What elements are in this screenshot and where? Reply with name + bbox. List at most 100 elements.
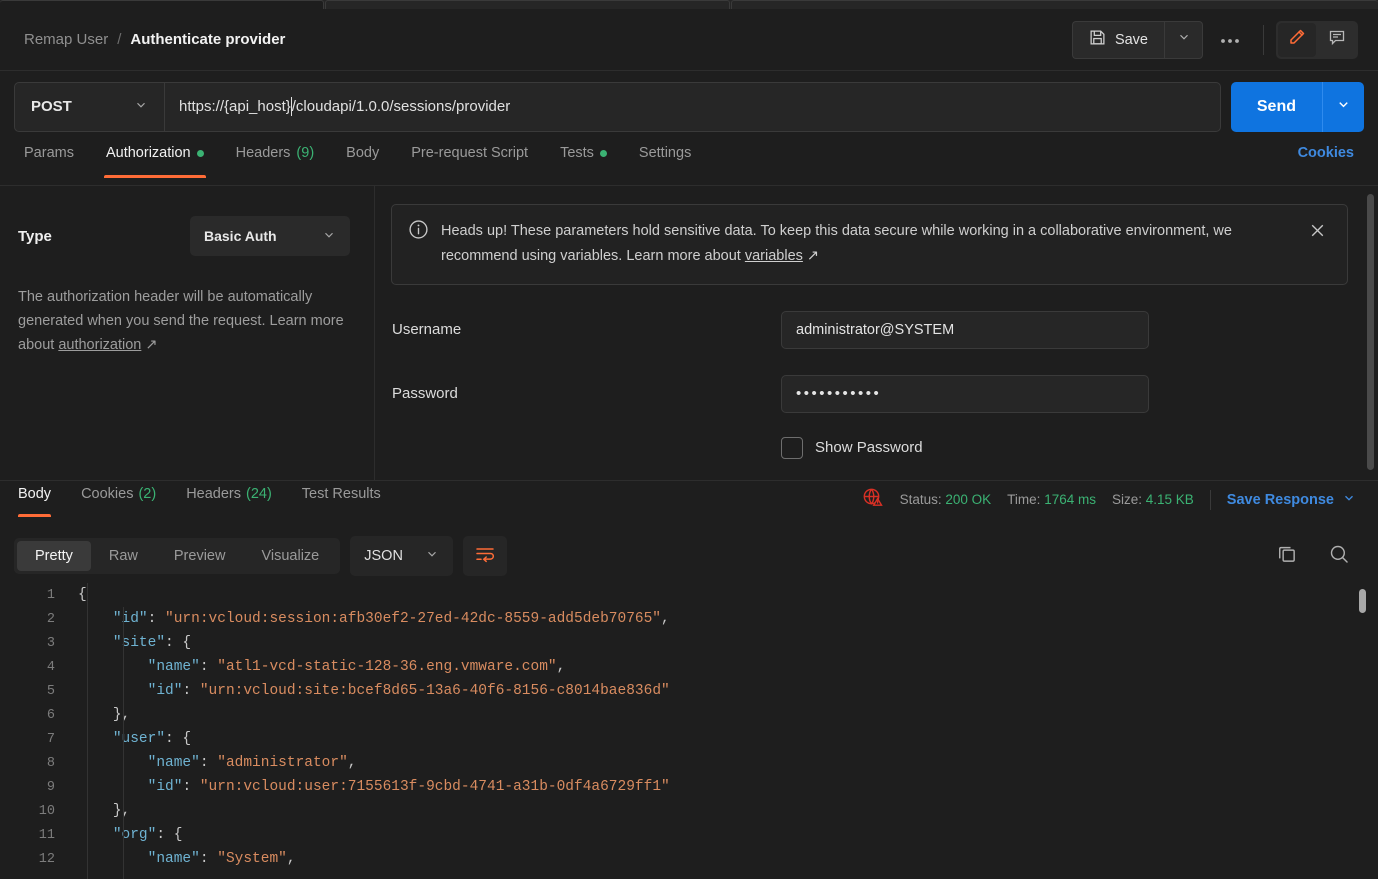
save-response-button[interactable]: Save Response: [1227, 491, 1356, 509]
send-options-button[interactable]: [1322, 82, 1364, 132]
tab-body[interactable]: Body: [330, 141, 395, 178]
sensitive-data-banner: Heads up! These parameters hold sensitiv…: [391, 204, 1348, 285]
more-actions-button[interactable]: [1209, 21, 1251, 59]
response-tab-headers-count: (24): [246, 486, 272, 502]
tab-body-label: Body: [346, 145, 379, 161]
auth-type-select[interactable]: Basic Auth: [190, 216, 350, 256]
code-token: "name": [148, 659, 200, 675]
search-icon[interactable]: [1328, 543, 1350, 570]
authorization-panel: Type Basic Auth The authorization header…: [0, 186, 1378, 480]
code-rows: 1{2 "id": "urn:vcloud:session:afb30ef2-2…: [0, 583, 1378, 871]
chevron-down-icon: [134, 98, 148, 116]
tab-settings[interactable]: Settings: [623, 141, 707, 178]
response-meta: Status: 200 OK Time: 1764 ms Size: 4.15 …: [862, 481, 1364, 512]
code-token: :: [182, 779, 199, 795]
view-mode-preview[interactable]: Preview: [156, 541, 244, 571]
line-number: 5: [0, 684, 72, 699]
status-value: 200 OK: [945, 492, 991, 507]
chevron-down-icon: [425, 547, 439, 565]
word-wrap-button[interactable]: [463, 536, 507, 576]
external-link-arrow-icon: ↗: [807, 248, 819, 264]
code-token: : {: [165, 731, 191, 747]
response-tab-cookies[interactable]: Cookies (2): [66, 481, 171, 517]
line-number: 12: [0, 852, 72, 867]
url-text-suffix: /cloudapi/1.0.0/sessions/provider: [292, 98, 510, 115]
auth-fields-section: Heads up! These parameters hold sensitiv…: [375, 186, 1378, 480]
url-bar: POST https://{api_host}/cloudapi/1.0.0/s…: [0, 79, 1378, 134]
code-token: ,: [661, 611, 670, 627]
save-response-label: Save Response: [1227, 492, 1334, 508]
save-button-label: Save: [1115, 32, 1148, 48]
copy-icon[interactable]: [1276, 543, 1298, 570]
save-options-button[interactable]: [1164, 21, 1203, 59]
auth-type-row: Type Basic Auth: [18, 216, 350, 256]
code-token: :: [148, 611, 165, 627]
auth-panel-scrollbar[interactable]: [1367, 194, 1374, 470]
chevron-down-icon: [1342, 491, 1356, 509]
url-text-prefix: https://{api_host}: [179, 98, 291, 115]
globe-warning-icon[interactable]: [862, 487, 884, 512]
tab-params-label: Params: [24, 145, 74, 161]
password-input[interactable]: •••••••••••: [781, 375, 1149, 413]
code-content: "id": "urn:vcloud:site:bcef8d65-13a6-40f…: [72, 683, 670, 699]
tab-edge-active[interactable]: [325, 0, 730, 9]
response-tab-test-results[interactable]: Test Results: [287, 481, 396, 517]
word-wrap-icon: [475, 545, 495, 568]
tab-pre-request-script[interactable]: Pre-request Script: [395, 141, 544, 178]
http-method-select[interactable]: POST: [14, 82, 164, 132]
line-number: 6: [0, 708, 72, 723]
tab-tests[interactable]: Tests: [544, 141, 623, 178]
response-tab-body[interactable]: Body: [14, 481, 66, 517]
save-button[interactable]: Save: [1072, 21, 1164, 59]
response-tab-test-results-label: Test Results: [302, 486, 381, 502]
banner-variables-link[interactable]: variables: [745, 248, 803, 264]
line-number: 2: [0, 612, 72, 627]
breadcrumb-parent[interactable]: Remap User: [24, 31, 108, 48]
tab-authorization[interactable]: Authorization: [90, 141, 220, 178]
send-button[interactable]: Send: [1231, 82, 1322, 132]
tab-params[interactable]: Params: [14, 141, 90, 178]
tab-settings-label: Settings: [639, 145, 691, 161]
response-tab-headers[interactable]: Headers (24): [171, 481, 287, 517]
size-badge: Size: 4.15 KB: [1112, 492, 1194, 507]
code-token: "atl1-vcd-static-128-36.eng.vmware.com": [217, 659, 556, 675]
code-token: :: [200, 851, 217, 867]
auth-description-link[interactable]: authorization: [58, 337, 141, 353]
code-token: ,: [557, 659, 566, 675]
response-body-scrollbar[interactable]: [1359, 589, 1366, 613]
tab-headers[interactable]: Headers (9): [220, 141, 331, 178]
view-mode-pretty[interactable]: Pretty: [17, 541, 91, 571]
url-input[interactable]: https://{api_host}/cloudapi/1.0.0/sessio…: [164, 82, 1221, 132]
code-token: : {: [165, 635, 191, 651]
breadcrumb-separator: /: [117, 31, 121, 48]
status-dot-icon: [197, 150, 204, 157]
response-tab-cookies-label: Cookies: [81, 486, 133, 502]
banner-close-button[interactable]: [1304, 219, 1331, 246]
code-token: "id": [148, 779, 183, 795]
line-number: 4: [0, 660, 72, 675]
password-label: Password: [391, 385, 781, 402]
code-content: "name": "System",: [72, 851, 296, 867]
auth-description: The authorization header will be automat…: [18, 286, 350, 358]
show-password-checkbox[interactable]: [781, 437, 803, 459]
edit-mode-button[interactable]: [1278, 23, 1316, 57]
time-badge: Time: 1764 ms: [1007, 492, 1096, 507]
view-toggle-group: [1276, 21, 1358, 59]
response-format-select[interactable]: JSON: [350, 536, 453, 576]
tab-edge-right[interactable]: [731, 0, 1378, 9]
view-mode-raw[interactable]: Raw: [91, 541, 156, 571]
show-password-row[interactable]: Show Password: [391, 437, 1354, 459]
line-number: 3: [0, 636, 72, 651]
tab-edge-left[interactable]: [0, 0, 324, 9]
view-mode-visualize[interactable]: Visualize: [243, 541, 337, 571]
time-label: Time:: [1007, 492, 1040, 507]
response-body-code[interactable]: 1{2 "id": "urn:vcloud:session:afb30ef2-2…: [0, 583, 1378, 879]
comment-button[interactable]: [1318, 23, 1356, 57]
cookies-link[interactable]: Cookies: [1298, 141, 1364, 178]
code-token: ,: [348, 755, 357, 771]
response-view-modes: Pretty Raw Preview Visualize: [14, 538, 340, 574]
size-value: 4.15 KB: [1146, 492, 1194, 507]
username-input[interactable]: administrator@SYSTEM: [781, 311, 1149, 349]
code-content: },: [72, 803, 130, 819]
code-token: :: [200, 755, 217, 771]
